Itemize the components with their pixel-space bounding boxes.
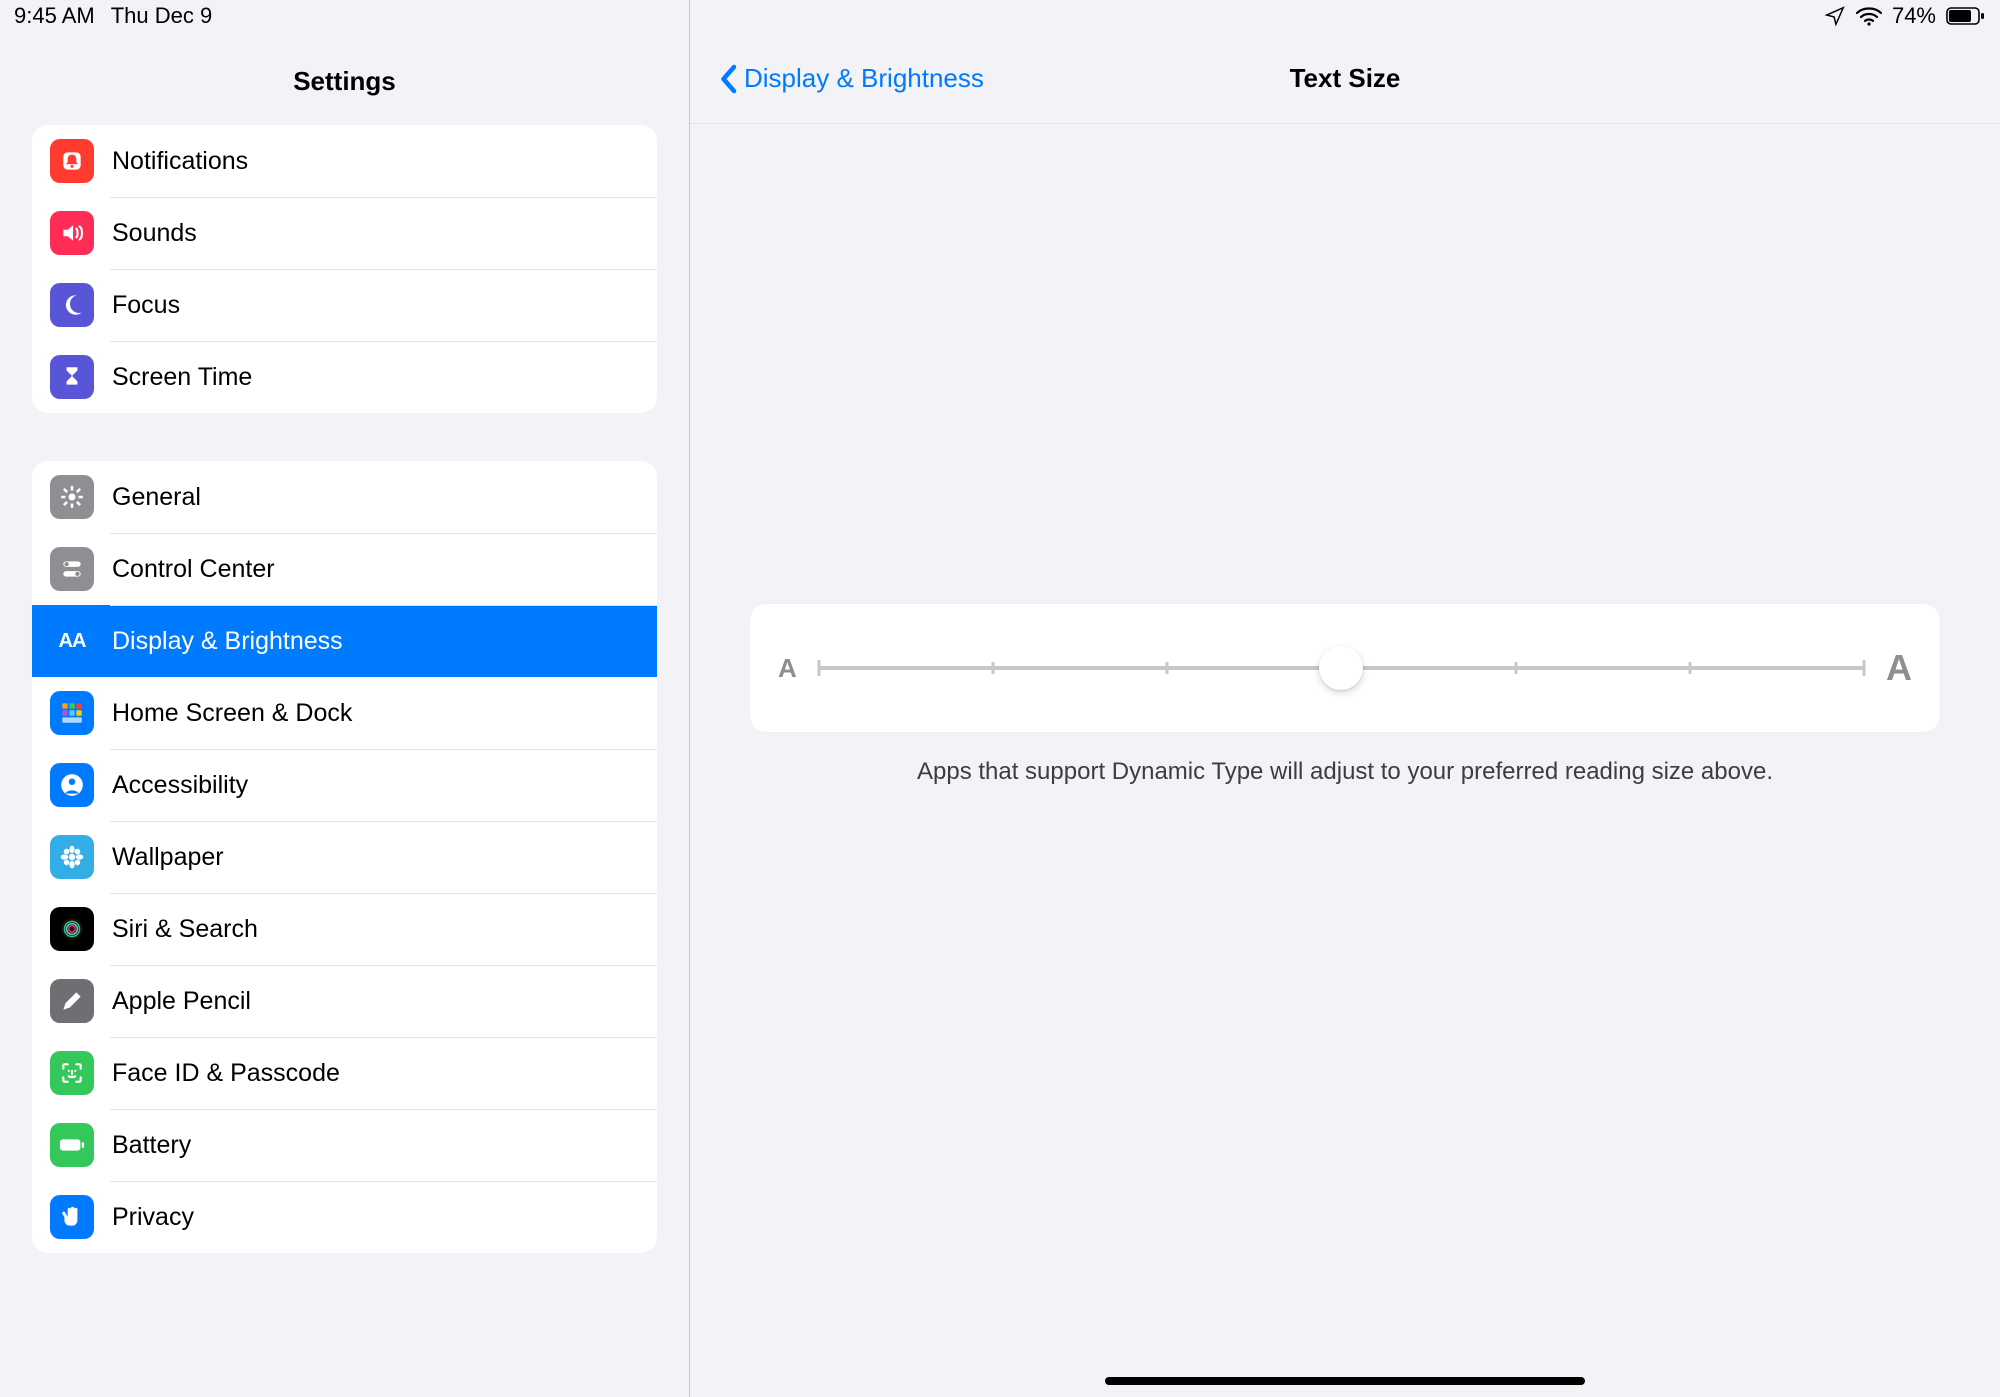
slider-tick bbox=[1688, 662, 1691, 674]
sidebar-item-label: Siri & Search bbox=[112, 915, 258, 944]
pencil-icon bbox=[50, 979, 94, 1023]
sidebar-item-label: Sounds bbox=[112, 219, 197, 248]
sidebar-item-wallpaper[interactable]: Wallpaper bbox=[32, 821, 657, 893]
slider-tick bbox=[991, 662, 994, 674]
home-indicator[interactable] bbox=[1105, 1377, 1585, 1385]
status-bar: 9:45 AM Thu Dec 9 74% bbox=[0, 0, 2000, 32]
sidebar-item-home-screen-dock[interactable]: Home Screen & Dock bbox=[32, 677, 657, 749]
speaker-icon bbox=[50, 211, 94, 255]
battery-icon bbox=[50, 1123, 94, 1167]
sidebar-item-label: Accessibility bbox=[112, 771, 248, 800]
bell-icon bbox=[50, 139, 94, 183]
faceid-icon bbox=[50, 1051, 94, 1095]
sidebar-item-label: Notifications bbox=[112, 147, 248, 176]
sidebar-item-control-center[interactable]: Control Center bbox=[32, 533, 657, 605]
slider-thumb[interactable] bbox=[1319, 646, 1363, 690]
moon-icon bbox=[50, 283, 94, 327]
sidebar-item-label: Apple Pencil bbox=[112, 987, 251, 1016]
chevron-left-icon bbox=[718, 64, 738, 94]
slider-tick bbox=[1514, 662, 1517, 674]
sidebar-item-label: General bbox=[112, 483, 201, 512]
slider-tick bbox=[1863, 660, 1866, 676]
sidebar-item-label: Face ID & Passcode bbox=[112, 1059, 340, 1088]
sidebar-item-face-id-passcode[interactable]: Face ID & Passcode bbox=[32, 1037, 657, 1109]
back-label: Display & Brightness bbox=[744, 63, 984, 94]
settings-sidebar: Settings Notifications Sounds Focus Screen … bbox=[0, 0, 690, 1397]
detail-header: Display & Brightness Text Size bbox=[690, 34, 2000, 124]
sidebar-item-battery[interactable]: Battery bbox=[32, 1109, 657, 1181]
sidebar-group: General Control Center AA Display & Brightn… bbox=[32, 461, 657, 1253]
hourglass-icon bbox=[50, 355, 94, 399]
status-time: 9:45 AM bbox=[14, 3, 95, 29]
sidebar-item-label: Battery bbox=[112, 1131, 191, 1160]
sidebar-item-focus[interactable]: Focus bbox=[32, 269, 657, 341]
battery-icon bbox=[1946, 6, 1986, 26]
sidebar-title: Settings bbox=[0, 34, 689, 125]
sidebar-item-notifications[interactable]: Notifications bbox=[32, 125, 657, 197]
text-size-slider[interactable] bbox=[819, 648, 1864, 688]
flower-icon bbox=[50, 835, 94, 879]
back-button[interactable]: Display & Brightness bbox=[718, 63, 984, 94]
sidebar-item-label: Control Center bbox=[112, 555, 275, 584]
sidebar-item-apple-pencil[interactable]: Apple Pencil bbox=[32, 965, 657, 1037]
sidebar-item-accessibility[interactable]: Accessibility bbox=[32, 749, 657, 821]
sidebar-item-screen-time[interactable]: Screen Time bbox=[32, 341, 657, 413]
detail-title: Text Size bbox=[1290, 63, 1401, 94]
location-icon bbox=[1824, 5, 1846, 27]
text-size-slider-card: A A bbox=[750, 604, 1940, 732]
sidebar-item-siri-search[interactable]: Siri & Search bbox=[32, 893, 657, 965]
sidebar-item-general[interactable]: General bbox=[32, 461, 657, 533]
sidebar-item-display-brightness[interactable]: AA Display & Brightness bbox=[32, 605, 657, 677]
sidebar-item-label: Focus bbox=[112, 291, 180, 320]
sidebar-item-privacy[interactable]: Privacy bbox=[32, 1181, 657, 1253]
status-date: Thu Dec 9 bbox=[111, 3, 213, 29]
hand-icon bbox=[50, 1195, 94, 1239]
sidebar-item-label: Screen Time bbox=[112, 363, 252, 392]
sidebar-item-label: Wallpaper bbox=[112, 843, 224, 872]
wifi-icon bbox=[1856, 6, 1882, 26]
sidebar-item-label: Display & Brightness bbox=[112, 627, 343, 656]
sidebar-item-label: Privacy bbox=[112, 1203, 194, 1232]
detail-pane: Display & Brightness Text Size A A Apps … bbox=[690, 0, 2000, 1397]
slider-max-label: A bbox=[1886, 647, 1912, 689]
siri-icon bbox=[50, 907, 94, 951]
grid-icon bbox=[50, 691, 94, 735]
aa-icon: AA bbox=[50, 619, 94, 663]
gear-icon bbox=[50, 475, 94, 519]
status-battery-pct: 74% bbox=[1892, 3, 1936, 29]
sidebar-item-label: Home Screen & Dock bbox=[112, 699, 352, 728]
slider-tick bbox=[817, 660, 820, 676]
slider-tick bbox=[1166, 662, 1169, 674]
slider-min-label: A bbox=[778, 653, 797, 684]
sidebar-group: Notifications Sounds Focus Screen Time bbox=[32, 125, 657, 413]
sidebar-item-sounds[interactable]: Sounds bbox=[32, 197, 657, 269]
person-icon bbox=[50, 763, 94, 807]
switches-icon bbox=[50, 547, 94, 591]
slider-footnote: Apps that support Dynamic Type will adju… bbox=[750, 732, 1940, 786]
